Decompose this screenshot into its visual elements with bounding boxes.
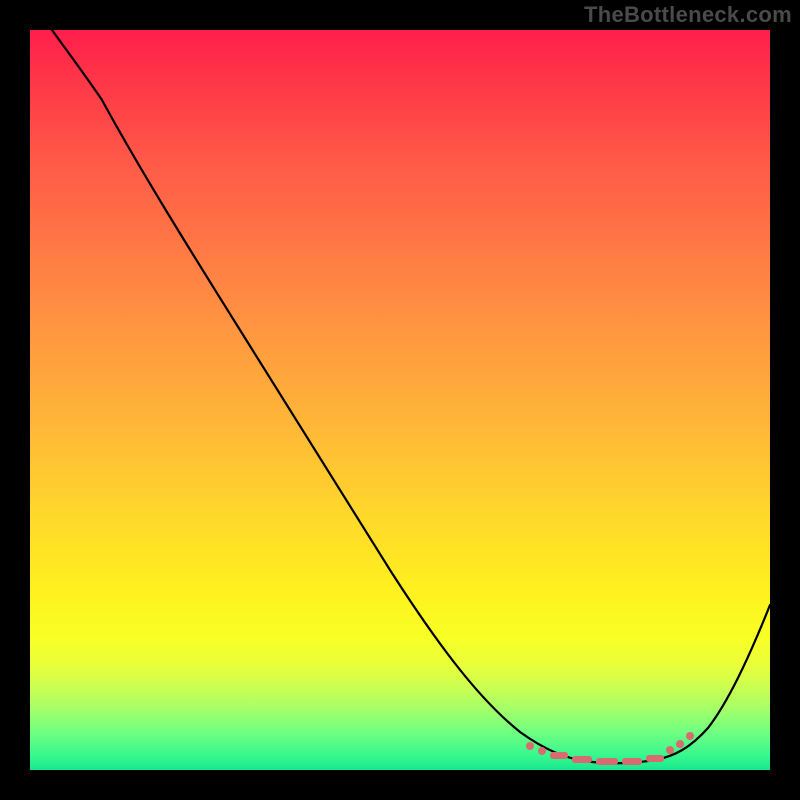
optimal-zone-markers [526,732,694,765]
watermark-text: TheBottleneck.com [584,2,792,28]
curve-layer [30,30,770,770]
chart-frame: TheBottleneck.com [0,0,800,800]
plot-area [30,30,770,770]
bottleneck-curve [52,30,770,763]
